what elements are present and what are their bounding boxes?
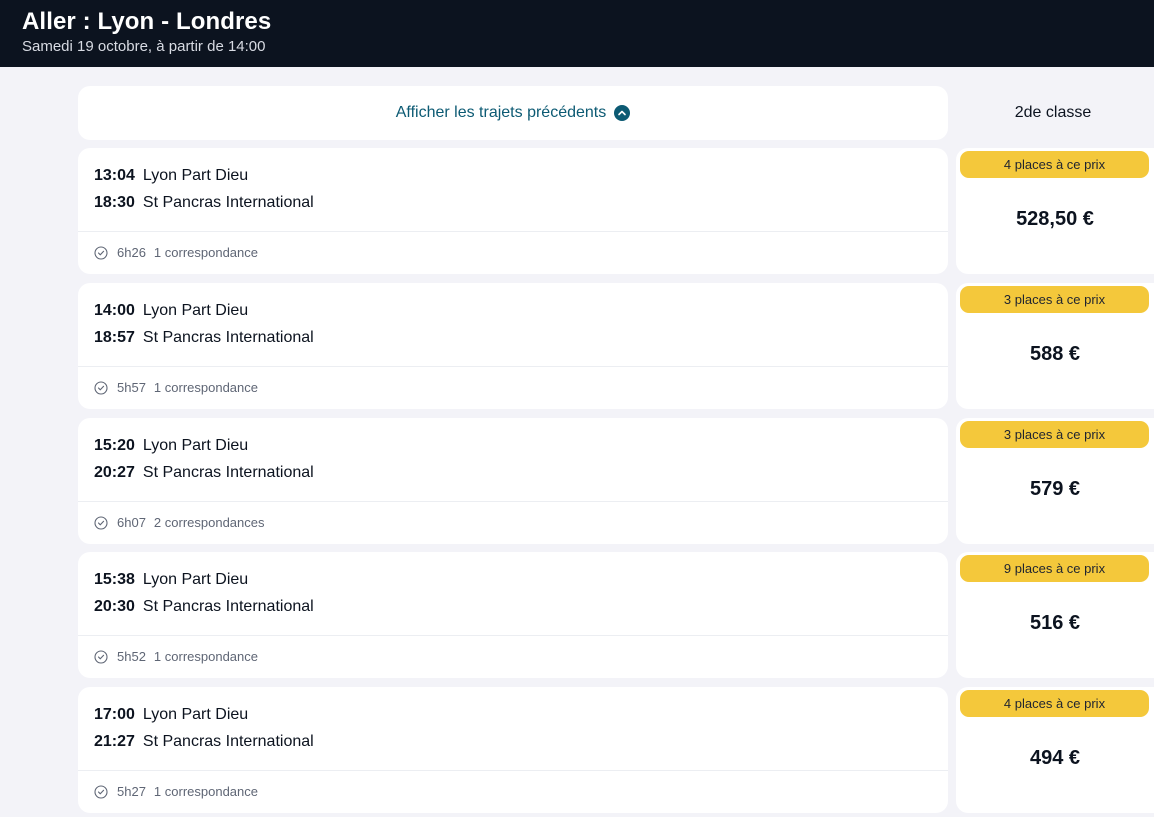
chevron-up-icon	[614, 105, 631, 121]
price-card[interactable]: 4 places à ce prix 528,50 €	[956, 148, 1154, 274]
departure-time: 15:20	[94, 437, 135, 454]
arrival-time: 20:27	[94, 464, 135, 481]
fare-class-header: 2de classe	[1014, 104, 1092, 121]
price: 588 €	[1029, 343, 1081, 365]
journey-meta: 5h57 1 correspondance	[94, 380, 258, 395]
arrival-time: 20:30	[94, 598, 135, 615]
arrival-row: 18:57 St Pancras International	[94, 328, 314, 348]
clock-icon	[94, 649, 108, 664]
clock-icon	[94, 784, 108, 799]
show-previous-journeys-button[interactable]: Afficher les trajets précédents	[78, 86, 948, 140]
price: 528,50 €	[1016, 208, 1094, 230]
departure-row: 15:20 Lyon Part Dieu	[94, 436, 248, 456]
departure-station: Lyon Part Dieu	[142, 706, 249, 723]
departure-time: 13:04	[94, 167, 135, 184]
arrival-station: St Pancras International	[142, 598, 314, 615]
arrival-time: 18:30	[94, 194, 135, 211]
page-title: Aller : Lyon - Londres	[22, 8, 272, 35]
price-card[interactable]: 3 places à ce prix 579 €	[956, 418, 1154, 544]
clock-icon	[94, 245, 108, 260]
departure-time: 14:00	[94, 302, 135, 319]
connections: 1 correspondance	[153, 245, 258, 260]
price: 579 €	[1029, 478, 1081, 500]
connections: 1 correspondance	[153, 649, 258, 664]
departure-station: Lyon Part Dieu	[142, 571, 249, 588]
duration: 5h27	[117, 784, 146, 799]
divider	[78, 770, 948, 771]
availability-badge: 3 places à ce prix	[960, 286, 1149, 313]
page-subtitle: Samedi 19 octobre, à partir de 14:00	[22, 38, 266, 55]
journey-meta: 5h52 1 correspondance	[94, 649, 258, 664]
journey-card[interactable]: 17:00 Lyon Part Dieu 21:27 St Pancras Inte…	[78, 687, 948, 813]
journey-meta: 5h27 1 correspondance	[94, 784, 258, 799]
price-card[interactable]: 9 places à ce prix 516 €	[956, 552, 1154, 678]
duration: 6h07	[117, 515, 146, 530]
divider	[78, 231, 948, 232]
divider	[78, 501, 948, 502]
journey-meta: 6h26 1 correspondance	[94, 245, 258, 260]
arrival-station: St Pancras International	[142, 329, 314, 346]
connections: 1 correspondance	[153, 380, 258, 395]
departure-row: 15:38 Lyon Part Dieu	[94, 570, 248, 590]
availability-badge: 3 places à ce prix	[960, 421, 1149, 448]
arrival-time: 18:57	[94, 329, 135, 346]
arrival-row: 20:30 St Pancras International	[94, 597, 314, 617]
duration: 6h26	[117, 245, 146, 260]
connections: 2 correspondances	[153, 515, 265, 530]
arrival-station: St Pancras International	[142, 464, 314, 481]
departure-station: Lyon Part Dieu	[142, 302, 249, 319]
show-previous-label: Afficher les trajets précédents	[395, 104, 607, 121]
journey-card[interactable]: 13:04 Lyon Part Dieu 18:30 St Pancras Inte…	[78, 148, 948, 274]
arrival-row: 21:27 St Pancras International	[94, 732, 314, 752]
divider	[78, 366, 948, 367]
price: 516 €	[1029, 612, 1081, 634]
journey-card[interactable]: 14:00 Lyon Part Dieu 18:57 St Pancras Inte…	[78, 283, 948, 409]
arrival-station: St Pancras International	[142, 733, 314, 750]
departure-time: 17:00	[94, 706, 135, 723]
arrival-time: 21:27	[94, 733, 135, 750]
departure-station: Lyon Part Dieu	[142, 167, 249, 184]
availability-badge: 4 places à ce prix	[960, 151, 1149, 178]
departure-row: 14:00 Lyon Part Dieu	[94, 301, 248, 321]
departure-row: 17:00 Lyon Part Dieu	[94, 705, 248, 725]
price: 494 €	[1029, 747, 1081, 769]
divider	[78, 635, 948, 636]
header-bar: Aller : Lyon - Londres Samedi 19 octobre…	[0, 0, 1154, 67]
journey-card[interactable]: 15:38 Lyon Part Dieu 20:30 St Pancras Inte…	[78, 552, 948, 678]
arrival-row: 20:27 St Pancras International	[94, 463, 314, 483]
price-card[interactable]: 4 places à ce prix 494 €	[956, 687, 1154, 813]
departure-station: Lyon Part Dieu	[142, 437, 249, 454]
departure-time: 15:38	[94, 571, 135, 588]
journey-meta: 6h07 2 correspondances	[94, 515, 265, 530]
clock-icon	[94, 515, 108, 530]
connections: 1 correspondance	[153, 784, 258, 799]
arrival-row: 18:30 St Pancras International	[94, 193, 314, 213]
duration: 5h52	[117, 649, 146, 664]
departure-row: 13:04 Lyon Part Dieu	[94, 166, 248, 186]
journey-card[interactable]: 15:20 Lyon Part Dieu 20:27 St Pancras Inte…	[78, 418, 948, 544]
availability-badge: 9 places à ce prix	[960, 555, 1149, 582]
clock-icon	[94, 380, 108, 395]
arrival-station: St Pancras International	[142, 194, 314, 211]
duration: 5h57	[117, 380, 146, 395]
availability-badge: 4 places à ce prix	[960, 690, 1149, 717]
price-card[interactable]: 3 places à ce prix 588 €	[956, 283, 1154, 409]
